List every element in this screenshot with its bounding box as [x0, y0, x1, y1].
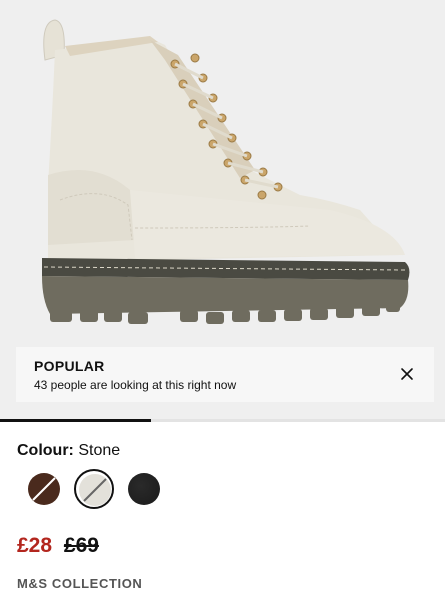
close-icon — [401, 368, 413, 380]
swatch-black-fill — [128, 473, 160, 505]
popular-banner: POPULAR 43 people are looking at this ri… — [16, 347, 434, 402]
colour-value: Stone — [78, 442, 121, 459]
price-row: £28 £69 — [17, 533, 99, 559]
swatch-stone-fill — [79, 474, 111, 506]
swatch-brown[interactable] — [24, 469, 64, 509]
unavailable-strike-icon — [83, 478, 107, 502]
popular-text: 43 people are looking at this right now — [34, 378, 237, 392]
unavailable-strike-icon — [32, 477, 56, 501]
close-button[interactable] — [398, 365, 416, 383]
swatch-brown-fill — [28, 473, 60, 505]
product-image[interactable]: POPULAR 43 people are looking at this ri… — [0, 0, 445, 420]
gallery-progress — [0, 419, 445, 422]
swatch-stone[interactable] — [74, 469, 114, 509]
popular-title: POPULAR — [34, 358, 105, 374]
colour-line: Colour: Stone — [17, 441, 120, 461]
brand-name[interactable]: M&S COLLECTION — [17, 576, 142, 591]
price-current: £28 — [17, 534, 53, 557]
gallery-progress-fill — [0, 419, 152, 422]
swatch-black[interactable] — [124, 469, 164, 509]
price-original: £69 — [63, 534, 99, 557]
colour-label: Colour: — [17, 442, 74, 459]
